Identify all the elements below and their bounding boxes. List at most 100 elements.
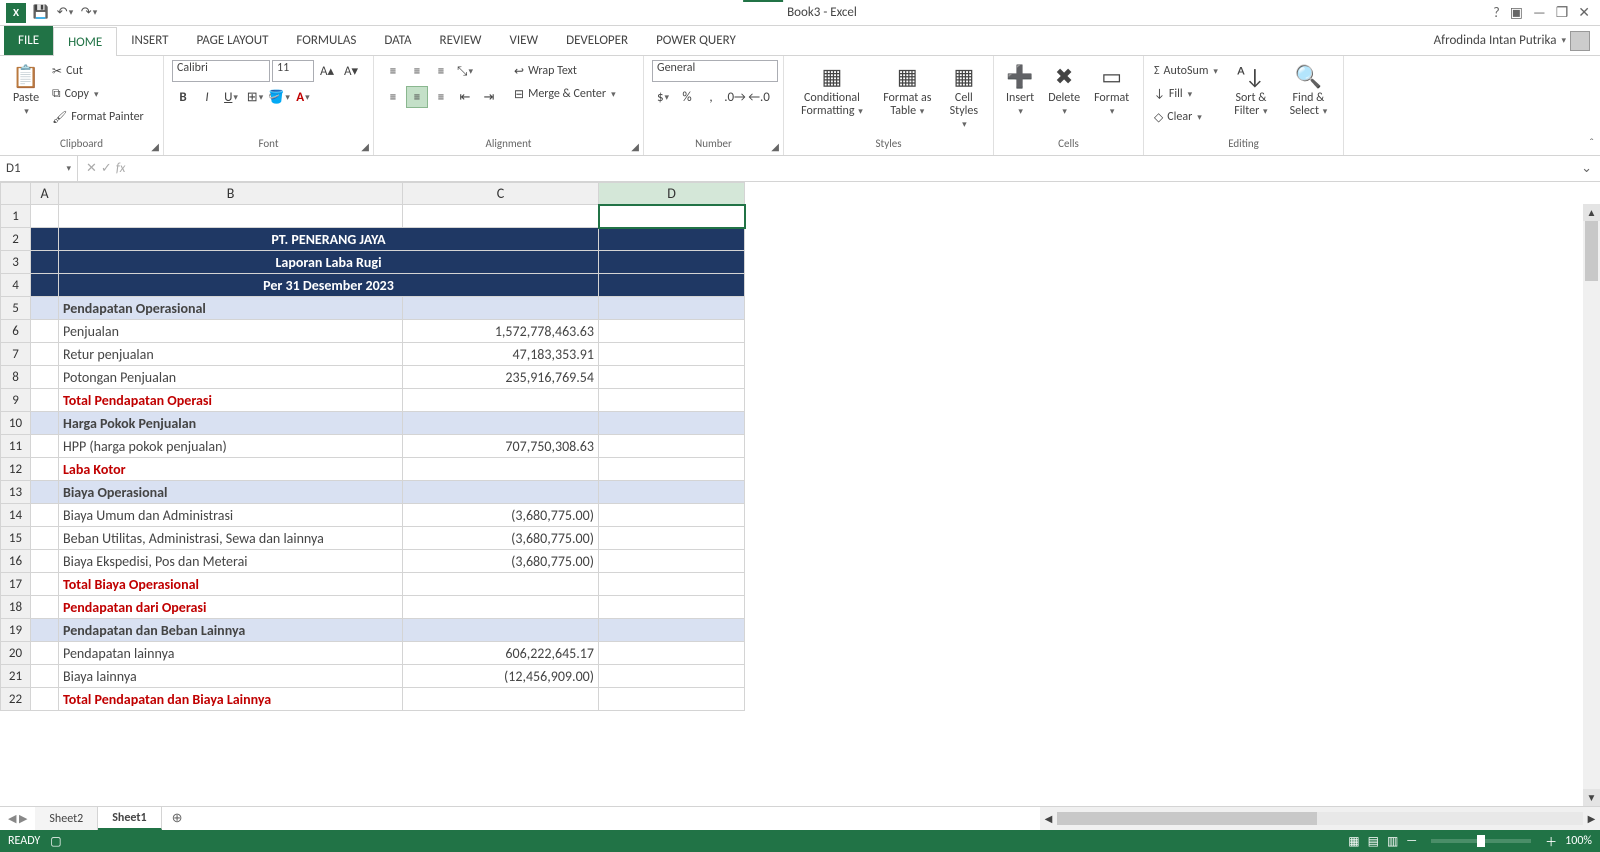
cell-B12[interactable]: Laba Kotor [59,458,403,481]
decrease-indent-button[interactable]: ⇤ [454,86,476,108]
zoom-in-icon[interactable]: ＋ [1545,833,1557,850]
worksheet-grid[interactable]: ABCD12PT. PENERANG JAYA3Laporan Laba Rug… [0,182,1600,806]
sheet-nav[interactable]: ◀ ▶ [0,807,35,830]
cell-C9[interactable] [403,389,599,412]
cell-D6[interactable] [599,320,745,343]
fill-button[interactable]: ↓Fill▾ [1152,83,1220,105]
insert-button[interactable]: ➕Insert▾ [1002,60,1038,120]
save-icon[interactable]: 💾 [32,4,50,22]
paste-button[interactable]: 📋 Paste▾ [8,60,44,120]
close-icon[interactable]: ✕ [1578,4,1590,21]
border-button[interactable]: ⊞▾ [244,86,266,108]
cell-D13[interactable] [599,481,745,504]
tab-home[interactable]: HOME [53,27,117,56]
cell-B14[interactable]: Biaya Umum dan Administrasi [59,504,403,527]
cell-B19[interactable]: Pendapatan dan Beban Lainnya [59,619,403,642]
cell-B7[interactable]: Retur penjualan [59,343,403,366]
tab-page-layout[interactable]: PAGE LAYOUT [183,26,283,55]
cell-A18[interactable] [31,596,59,619]
scroll-right-icon[interactable]: ▶ [1583,812,1600,825]
cell-D20[interactable] [599,642,745,665]
col-header-B[interactable]: B [59,183,403,205]
macro-record-icon[interactable]: ▢ [50,834,61,849]
row-header-19[interactable]: 19 [1,619,31,642]
cell-styles-button[interactable]: ▦Cell Styles ▾ [943,60,985,134]
scroll-up-icon[interactable]: ▲ [1583,204,1600,221]
cell-A13[interactable] [31,481,59,504]
minimize-icon[interactable]: — [1533,4,1546,21]
cell-A14[interactable] [31,504,59,527]
redo-icon[interactable]: ↷▾ [80,4,98,22]
restore-icon[interactable]: ❐ [1556,4,1569,21]
cell-D3[interactable] [599,251,745,274]
row-header-16[interactable]: 16 [1,550,31,573]
cell-D7[interactable] [599,343,745,366]
cell-A1[interactable] [31,205,59,228]
align-center-button[interactable]: ≡ [406,86,428,108]
cell-B6[interactable]: Penjualan [59,320,403,343]
scroll-left-icon[interactable]: ◀ [1040,812,1057,825]
row-header-22[interactable]: 22 [1,688,31,711]
cell-C10[interactable] [403,412,599,435]
row-header-20[interactable]: 20 [1,642,31,665]
cell-C1[interactable] [403,205,599,228]
cell-B21[interactable]: Biaya lainnya [59,665,403,688]
tab-review[interactable]: REVIEW [426,26,496,55]
user-menu[interactable]: Afrodinda Intan Putrika ▾ [1434,31,1600,51]
row-header-14[interactable]: 14 [1,504,31,527]
cell-A6[interactable] [31,320,59,343]
cell-D4[interactable] [599,274,745,297]
scroll-thumb[interactable] [1585,221,1598,281]
orientation-button[interactable]: ⤡▾ [454,60,476,82]
italic-button[interactable]: I [196,86,218,108]
cell-C15[interactable]: (3,680,775.00) [403,527,599,550]
col-header-A[interactable]: A [31,183,59,205]
tab-data[interactable]: DATA [370,26,425,55]
cell-D2[interactable] [599,228,745,251]
cell-C12[interactable] [403,458,599,481]
normal-view-icon[interactable]: ▦ [1348,834,1359,849]
tab-file[interactable]: FILE [4,26,53,55]
delete-button[interactable]: ✖Delete▾ [1044,60,1084,120]
clipboard-launcher[interactable]: ◢ [151,140,159,153]
add-sheet-button[interactable]: ⊕ [162,807,193,830]
align-top-button[interactable]: ≡ [382,60,404,82]
row-header-11[interactable]: 11 [1,435,31,458]
cell-C20[interactable]: 606,222,645.17 [403,642,599,665]
format-as-table-button[interactable]: ▦Format as Table ▾ [878,60,937,120]
cell-D15[interactable] [599,527,745,550]
align-middle-button[interactable]: ≡ [406,60,428,82]
merge-center-button[interactable]: ⊟Merge & Center▾ [512,83,618,105]
row-header-18[interactable]: 18 [1,596,31,619]
cell-A11[interactable] [31,435,59,458]
cell-B17[interactable]: Total Biaya Operasional [59,573,403,596]
underline-button[interactable]: U▾ [220,86,242,108]
cell-C17[interactable] [403,573,599,596]
decrease-decimal-button[interactable]: ←.0 [748,86,770,108]
page-layout-view-icon[interactable]: ▤ [1368,834,1379,849]
tab-view[interactable]: VIEW [496,26,553,55]
name-box[interactable]: D1▾ [0,156,78,181]
ribbon-options-icon[interactable]: ▣ [1510,4,1523,21]
comma-button[interactable]: , [700,86,722,108]
cell-C6[interactable]: 1,572,778,463.63 [403,320,599,343]
wrap-text-button[interactable]: ↩Wrap Text [512,60,618,82]
help-icon[interactable]: ? [1493,4,1500,21]
number-format-select[interactable]: General [652,60,778,82]
cell-A8[interactable] [31,366,59,389]
cancel-formula-icon[interactable]: ✕ [86,161,97,176]
horizontal-scrollbar[interactable]: ◀ ▶ [1040,807,1600,830]
font-name-select[interactable]: Calibri [172,60,270,82]
cell-C18[interactable] [403,596,599,619]
sheet-tab-sheet1[interactable]: Sheet1 [98,807,161,830]
tab-formulas[interactable]: FORMULAS [282,26,370,55]
align-left-button[interactable]: ≡ [382,86,404,108]
zoom-level[interactable]: 100% [1565,834,1592,848]
cell-D16[interactable] [599,550,745,573]
row-header-12[interactable]: 12 [1,458,31,481]
cell-C11[interactable]: 707,750,308.63 [403,435,599,458]
sort-filter-button[interactable]: ᴬ↓Sort & Filter ▾ [1226,60,1276,120]
cell-B13[interactable]: Biaya Operasional [59,481,403,504]
cell-B20[interactable]: Pendapatan lainnya [59,642,403,665]
cell-C7[interactable]: 47,183,353.91 [403,343,599,366]
